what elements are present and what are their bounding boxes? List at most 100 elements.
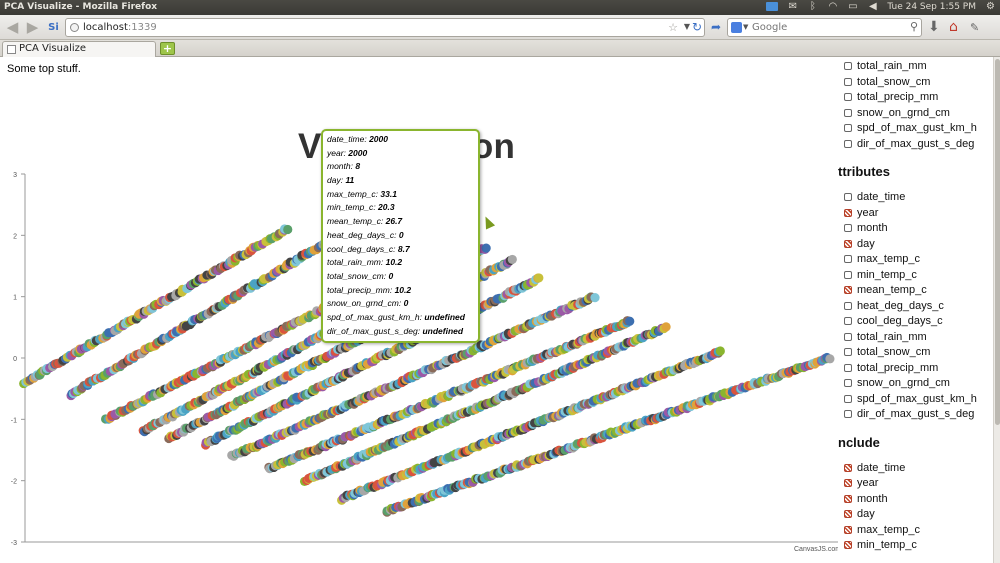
checkbox[interactable] xyxy=(844,510,852,518)
checkbox[interactable] xyxy=(844,317,852,325)
scatter-point-series-5[interactable] xyxy=(534,273,544,283)
tooltip-key: year xyxy=(327,147,344,158)
checkbox[interactable] xyxy=(844,301,852,310)
forward-arrow-icon[interactable]: ▶ xyxy=(24,19,41,36)
checkbox[interactable] xyxy=(844,348,852,356)
scatter-point-series-0[interactable] xyxy=(283,224,293,235)
tooltip-value: undefined xyxy=(424,311,465,322)
volume-icon[interactable]: ◀ xyxy=(867,1,878,12)
tooltip-row: snow_on_grnd_cm: 0 xyxy=(327,298,409,309)
engine-dropdown-icon[interactable]: ▼ xyxy=(743,23,748,31)
checkbox-label: mean_temp_c xyxy=(857,284,927,296)
battery-icon[interactable]: ▭ xyxy=(847,1,858,12)
page-scrollbar[interactable] xyxy=(993,57,1000,563)
checkbox[interactable] xyxy=(844,270,852,279)
mail-icon[interactable] xyxy=(766,2,779,11)
tooltip-key: heat_deg_days_c xyxy=(327,229,395,240)
search-magnifier-icon[interactable]: ⚲ xyxy=(910,20,918,33)
addon-icon[interactable]: Si xyxy=(45,19,62,36)
checkbox[interactable] xyxy=(844,479,852,487)
checkbox[interactable] xyxy=(844,541,852,549)
tooltip-row: max_temp_c: 33.1 xyxy=(327,188,397,199)
tooltip-value: 2000 xyxy=(369,134,388,144)
checkbox[interactable] xyxy=(844,62,852,70)
bluetooth-icon[interactable]: ᛒ xyxy=(807,1,818,12)
checkbox[interactable] xyxy=(844,124,852,132)
tooltip-value: 0 xyxy=(398,229,404,240)
checkbox[interactable] xyxy=(844,208,852,217)
scatter-point-series-3[interactable] xyxy=(481,243,491,253)
search-bar[interactable]: ▼ ⚲ xyxy=(727,18,922,37)
y-tick-label: 0 xyxy=(13,356,17,363)
scrollbar-thumb[interactable] xyxy=(995,59,1000,425)
scatter-point-series-6[interactable] xyxy=(590,293,600,303)
canvasjs-credit[interactable]: CanvasJS.com xyxy=(794,546,841,553)
window-title: PCA Visualize - Mozilla Firefox xyxy=(4,2,158,12)
checkbox[interactable] xyxy=(844,77,852,86)
tooltip-row: month: 8 xyxy=(327,161,361,172)
checkbox[interactable] xyxy=(844,286,852,294)
checkbox[interactable] xyxy=(844,224,852,232)
checkbox[interactable] xyxy=(844,139,852,148)
dropbox-icon[interactable]: ✉ xyxy=(787,1,798,12)
checkbox[interactable] xyxy=(844,108,852,117)
tooltip-key: month xyxy=(327,161,351,172)
search-input[interactable] xyxy=(752,21,902,34)
new-tab-button[interactable]: + xyxy=(160,42,175,55)
tooltip-value: 0 xyxy=(403,298,409,309)
tooltip-key: dir_of_max_gust_s_deg xyxy=(327,325,418,336)
y-tick-label: 3 xyxy=(13,172,17,179)
clock[interactable]: Tue 24 Sep 1:55 PM xyxy=(887,2,976,12)
checkbox[interactable] xyxy=(844,193,852,201)
url-bar[interactable]: localhost:1339 ☆ ▼ ↻ xyxy=(65,18,705,37)
checkbox-label: month xyxy=(857,222,888,234)
download-icon[interactable]: ⬇ xyxy=(928,19,940,36)
checkbox[interactable] xyxy=(844,379,852,387)
tab-pca-visualize[interactable]: PCA Visualize xyxy=(2,41,156,57)
tooltip-value: 33.1 xyxy=(380,188,397,199)
checkbox-label: total_precip_mm xyxy=(857,361,939,374)
checkbox-label: total_snow_cm xyxy=(857,75,931,88)
reload-icon[interactable]: ↻ xyxy=(692,20,702,34)
scatter-point-series-7[interactable] xyxy=(625,316,635,326)
checkbox[interactable] xyxy=(844,463,852,472)
checkbox-label: year xyxy=(857,206,879,219)
checkbox[interactable] xyxy=(844,332,852,341)
scatter-point-series-9[interactable] xyxy=(715,346,725,356)
feed-icon[interactable]: ➦ xyxy=(711,19,721,36)
checkbox[interactable] xyxy=(844,525,852,534)
url-text[interactable]: localhost:1339 xyxy=(83,22,157,33)
back-arrow-icon[interactable]: ◀ xyxy=(4,19,21,36)
checkbox[interactable] xyxy=(844,363,852,372)
y-tick-label: 2 xyxy=(13,233,17,240)
checkbox[interactable] xyxy=(844,239,852,248)
scatter-point-series-10[interactable] xyxy=(825,354,835,364)
checkbox[interactable] xyxy=(844,410,852,418)
checkbox[interactable] xyxy=(844,394,852,403)
tooltip-row: total_rain_mm: 10.2 xyxy=(327,257,403,268)
tooltip-key: total_rain_mm xyxy=(327,257,381,268)
checkbox-label: day xyxy=(857,508,875,520)
checkbox[interactable] xyxy=(844,255,852,263)
checkbox-label: cool_deg_days_c xyxy=(857,315,943,327)
plugin-icon[interactable]: ✎ xyxy=(970,19,979,36)
column-sidebar: total_rain_mm total_snow_cm total_precip_m… xyxy=(838,57,993,563)
tooltip-key: total_precip_mm xyxy=(327,284,390,295)
checkbox[interactable] xyxy=(844,494,852,503)
wifi-icon[interactable]: ◠ xyxy=(827,1,838,12)
tooltip-value: 20.3 xyxy=(378,202,395,213)
power-gear-icon[interactable]: ⚙ xyxy=(985,1,996,12)
bookmark-star-icon[interactable]: ☆ xyxy=(668,21,678,34)
checkbox-label: total_rain_mm xyxy=(857,330,927,343)
google-icon[interactable] xyxy=(731,22,742,33)
tooltip-key: mean_temp_c xyxy=(327,216,381,227)
scatter-point-series-4[interactable] xyxy=(507,254,517,265)
url-dropdown-icon[interactable]: ▼ xyxy=(684,22,690,31)
home-icon[interactable]: ⌂ xyxy=(949,19,958,36)
tooltip-row: total_precip_mm: 10.2 xyxy=(327,284,412,295)
checkbox-label: day xyxy=(857,237,875,250)
tooltip-row: spd_of_max_gust_km_h: undefined xyxy=(327,311,465,322)
checkbox[interactable] xyxy=(844,93,852,101)
checkbox-label: spd_of_max_gust_km_h xyxy=(857,122,977,134)
scatter-point-series-8[interactable] xyxy=(661,322,671,332)
